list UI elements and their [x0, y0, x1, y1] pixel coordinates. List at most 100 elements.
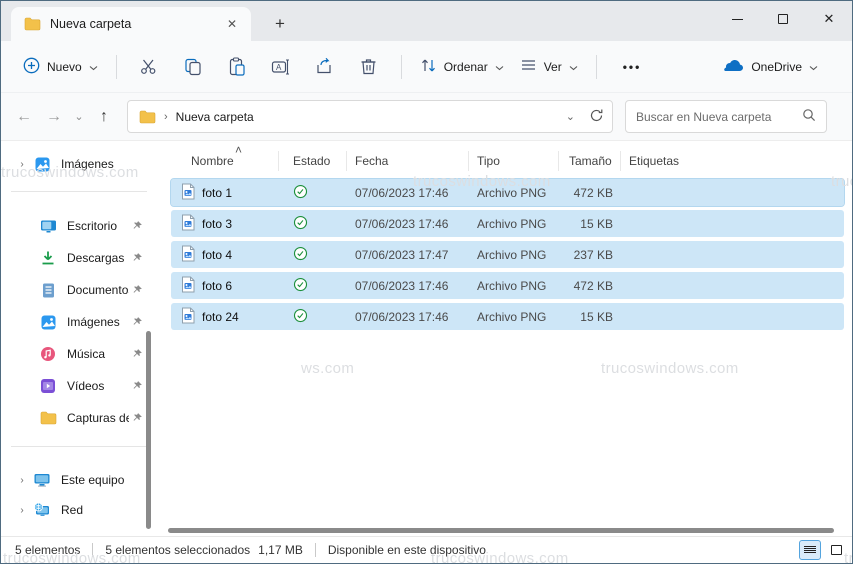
- navigation-bar: ← → ⌄ ↑ › Nueva carpeta ⌄ Buscar en Nuev…: [1, 93, 852, 141]
- sidebar-item-escritorio[interactable]: Escritorio: [1, 210, 157, 242]
- file-name: foto 6: [202, 279, 232, 293]
- chevron-down-icon: [89, 60, 98, 74]
- sort-button-label: Ordenar: [444, 60, 488, 74]
- png-file-icon: [181, 276, 195, 296]
- copy-button[interactable]: [176, 51, 210, 83]
- large-icons-view-toggle[interactable]: [825, 540, 847, 560]
- breadcrumb[interactable]: Nueva carpeta: [176, 110, 254, 124]
- file-row[interactable]: foto 1 07/06/2023 17:46 Archivo PNG 472 …: [171, 179, 844, 206]
- minimize-button[interactable]: [714, 1, 760, 37]
- file-row[interactable]: foto 6 07/06/2023 17:46 Archivo PNG 472 …: [171, 272, 844, 299]
- sidebar-item-documentos[interactable]: Documentos: [1, 274, 157, 306]
- png-file-icon: [181, 214, 195, 234]
- chevron-down-icon: [569, 60, 578, 74]
- file-name: foto 1: [202, 186, 232, 200]
- new-button[interactable]: Nuevo: [15, 51, 106, 83]
- file-row[interactable]: foto 24 07/06/2023 17:46 Archivo PNG 15 …: [171, 303, 844, 330]
- sidebar-item-imagenes-top[interactable]: › Imágenes: [1, 149, 157, 179]
- sort-button[interactable]: Ordenar: [412, 51, 512, 83]
- sync-status-check-icon: [293, 184, 308, 202]
- sidebar-item-imagenes[interactable]: Imágenes: [1, 306, 157, 338]
- sidebar-item-descargas[interactable]: Descargas: [1, 242, 157, 274]
- back-button[interactable]: ←: [9, 102, 39, 132]
- view-button[interactable]: Ver: [512, 52, 586, 82]
- expand-chevron-icon[interactable]: ›: [11, 159, 33, 170]
- music-icon: [39, 345, 57, 363]
- onedrive-label: OneDrive: [751, 60, 802, 74]
- column-header-estado[interactable]: Estado: [279, 151, 347, 171]
- horizontal-scrollbar-thumb[interactable]: [168, 528, 834, 533]
- maximize-button[interactable]: [760, 1, 806, 37]
- column-header-nombre[interactable]: Nombre: [171, 151, 279, 171]
- address-dropdown-icon[interactable]: ⌄: [566, 110, 575, 123]
- breadcrumb-chevron[interactable]: ›: [164, 111, 168, 123]
- new-tab-button[interactable]: +: [267, 11, 293, 37]
- folder-icon: [138, 108, 156, 126]
- file-row[interactable]: foto 3 07/06/2023 17:46 Archivo PNG 15 K…: [171, 210, 844, 237]
- sidebar-item-label: Imágenes: [67, 315, 129, 329]
- documents-icon: [39, 281, 57, 299]
- horizontal-scrollbar[interactable]: [157, 527, 851, 535]
- search-icon[interactable]: [802, 108, 816, 125]
- sidebar-item-red[interactable]: › Red: [1, 495, 157, 525]
- file-type: Archivo PNG: [469, 186, 559, 200]
- column-header-tipo[interactable]: Tipo: [469, 151, 559, 171]
- tab-close-icon[interactable]: ✕: [223, 15, 241, 33]
- sidebar-item-capturas[interactable]: Capturas de p: [1, 402, 157, 434]
- cut-button[interactable]: [132, 51, 166, 83]
- new-button-label: Nuevo: [47, 60, 82, 74]
- onedrive-button[interactable]: OneDrive: [714, 52, 826, 81]
- more-options-button[interactable]: •••: [615, 56, 650, 78]
- expand-chevron-icon[interactable]: ›: [11, 475, 33, 486]
- refresh-icon[interactable]: [589, 108, 604, 126]
- chevron-down-icon: [495, 60, 504, 74]
- sidebar-separator: [11, 446, 147, 447]
- file-date: 07/06/2023 17:46: [347, 217, 469, 231]
- expand-chevron-icon[interactable]: ›: [11, 505, 33, 516]
- close-button[interactable]: ✕: [806, 1, 852, 37]
- file-date: 07/06/2023 17:47: [347, 248, 469, 262]
- column-header-tamano[interactable]: Tamaño: [559, 151, 621, 171]
- downloads-icon: [39, 249, 57, 267]
- sort-ascending-icon: ˄: [235, 143, 242, 157]
- share-button[interactable]: [308, 51, 342, 83]
- sidebar-item-label: Escritorio: [67, 219, 129, 233]
- network-icon: [33, 501, 51, 519]
- command-toolbar: Nuevo A Ordenar: [1, 41, 852, 93]
- file-size: 15 KB: [559, 217, 621, 231]
- item-count: 5 elementos: [15, 543, 80, 557]
- pin-icon: [129, 252, 145, 264]
- sidebar-item-label: Música: [67, 347, 129, 361]
- delete-button[interactable]: [352, 51, 386, 83]
- rename-button[interactable]: A: [264, 51, 298, 83]
- file-size: 472 KB: [559, 279, 621, 293]
- forward-button[interactable]: →: [39, 102, 69, 132]
- file-date: 07/06/2023 17:46: [347, 186, 469, 200]
- sidebar-item-label: Capturas de p: [67, 411, 129, 425]
- address-bar[interactable]: › Nueva carpeta ⌄: [127, 100, 613, 133]
- sidebar-scrollbar[interactable]: [146, 331, 151, 529]
- sidebar-item-label: Documentos: [67, 283, 129, 297]
- png-file-icon: [181, 307, 195, 327]
- availability-status: Disponible en este dispositivo: [328, 543, 486, 557]
- png-file-icon: [181, 183, 195, 203]
- file-row[interactable]: foto 4 07/06/2023 17:47 Archivo PNG 237 …: [171, 241, 844, 268]
- sidebar-item-este-equipo[interactable]: › Este equipo: [1, 465, 157, 495]
- paste-icon: [228, 57, 246, 77]
- up-button[interactable]: ↑: [89, 102, 119, 132]
- tab-nueva-carpeta[interactable]: Nueva carpeta ✕: [11, 7, 251, 41]
- pictures-icon: [39, 313, 57, 331]
- details-view-toggle[interactable]: [799, 540, 821, 560]
- column-header-fecha[interactable]: Fecha: [347, 151, 469, 171]
- search-box[interactable]: Buscar en Nueva carpeta: [625, 100, 827, 133]
- folder-icon: [23, 15, 41, 33]
- sidebar-item-musica[interactable]: Música: [1, 338, 157, 370]
- sidebar-item-videos[interactable]: Vídeos: [1, 370, 157, 402]
- column-header-etiquetas[interactable]: Etiquetas: [621, 151, 844, 171]
- rename-icon: A: [271, 58, 291, 76]
- navigation-pane: › Imágenes Escritorio Descargas: [1, 141, 157, 526]
- paste-button[interactable]: [220, 51, 254, 83]
- history-dropdown-icon[interactable]: ⌄: [69, 110, 89, 123]
- file-size: 472 KB: [559, 186, 621, 200]
- column-headers: ˄ Nombre Estado Fecha Tipo Tamaño Etique…: [171, 146, 844, 176]
